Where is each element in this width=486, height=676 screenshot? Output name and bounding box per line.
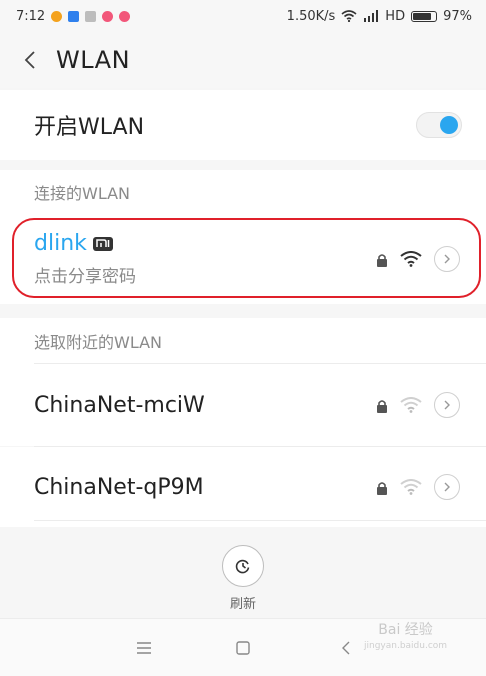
section-header-label: 选取附近的WLAN — [34, 333, 163, 352]
network-details-button[interactable] — [434, 392, 460, 418]
network-speed: 1.50K/s — [286, 8, 336, 24]
menu-icon[interactable] — [130, 635, 158, 661]
battery-level: 97% — [443, 8, 472, 24]
toggle-knob — [440, 116, 458, 134]
lock-icon — [376, 252, 388, 267]
refresh-icon — [235, 559, 250, 573]
refresh-label: 刷新 — [229, 596, 256, 612]
page-title: WLAN — [56, 46, 131, 74]
chevron-left-icon[interactable] — [18, 47, 44, 73]
home-icon[interactable] — [229, 635, 257, 661]
watermark: Bai 经验 jingyan.baidu.com — [364, 622, 447, 654]
section-header-label: 连接的WLAN — [34, 184, 131, 203]
lock-icon — [376, 398, 388, 413]
connected-network-name: dlink — [34, 231, 87, 256]
wifi-signal-icon — [400, 251, 422, 267]
network-name: ChinaNet-qP9M — [34, 474, 204, 500]
watermark-text: Bai 经验 — [378, 622, 433, 638]
notification-icon — [68, 10, 80, 22]
mail-icon — [85, 10, 97, 22]
wifi-status-icon — [341, 10, 357, 22]
mi-logo-icon — [92, 236, 113, 251]
wifi-signal-icon — [400, 397, 422, 413]
notification-icon — [119, 10, 131, 22]
network-details-button[interactable] — [434, 246, 460, 272]
title-bar: WLAN — [0, 32, 486, 88]
lock-icon — [376, 480, 388, 495]
wlan-toggle-row[interactable]: 开启WLAN — [0, 90, 486, 160]
wifi-signal-icon — [400, 479, 422, 495]
wlan-toggle-switch[interactable] — [416, 112, 462, 138]
status-bar: 7:12 1.50K/s HD 97% — [0, 0, 486, 32]
connected-section-header: 连接的WLAN — [0, 170, 486, 214]
battery-icon — [411, 10, 438, 22]
connected-network-row[interactable]: dlink 点击分享密码 — [0, 214, 486, 304]
connected-network-subtitle: 点击分享密码 — [34, 267, 136, 287]
divider — [34, 520, 486, 521]
watermark-sub: jingyan.baidu.com — [364, 641, 448, 651]
nearby-network-row[interactable]: ChinaNet-qP9M — [0, 447, 486, 527]
nearby-section-header: 选取附近的WLAN — [0, 318, 486, 364]
signal-icon — [364, 10, 379, 22]
network-type: HD — [385, 8, 406, 24]
refresh-area: 刷新 — [0, 538, 486, 618]
notification-icon — [51, 10, 63, 22]
wlan-toggle-label: 开启WLAN — [34, 115, 145, 140]
back-icon[interactable] — [332, 635, 360, 661]
refresh-button[interactable] — [222, 544, 264, 587]
nearby-network-row[interactable]: ChinaNet-mciW — [0, 364, 486, 446]
notification-icon — [102, 10, 114, 22]
status-time: 7:12 — [16, 8, 46, 24]
network-name: ChinaNet-mciW — [34, 392, 205, 418]
network-details-button[interactable] — [434, 474, 460, 500]
